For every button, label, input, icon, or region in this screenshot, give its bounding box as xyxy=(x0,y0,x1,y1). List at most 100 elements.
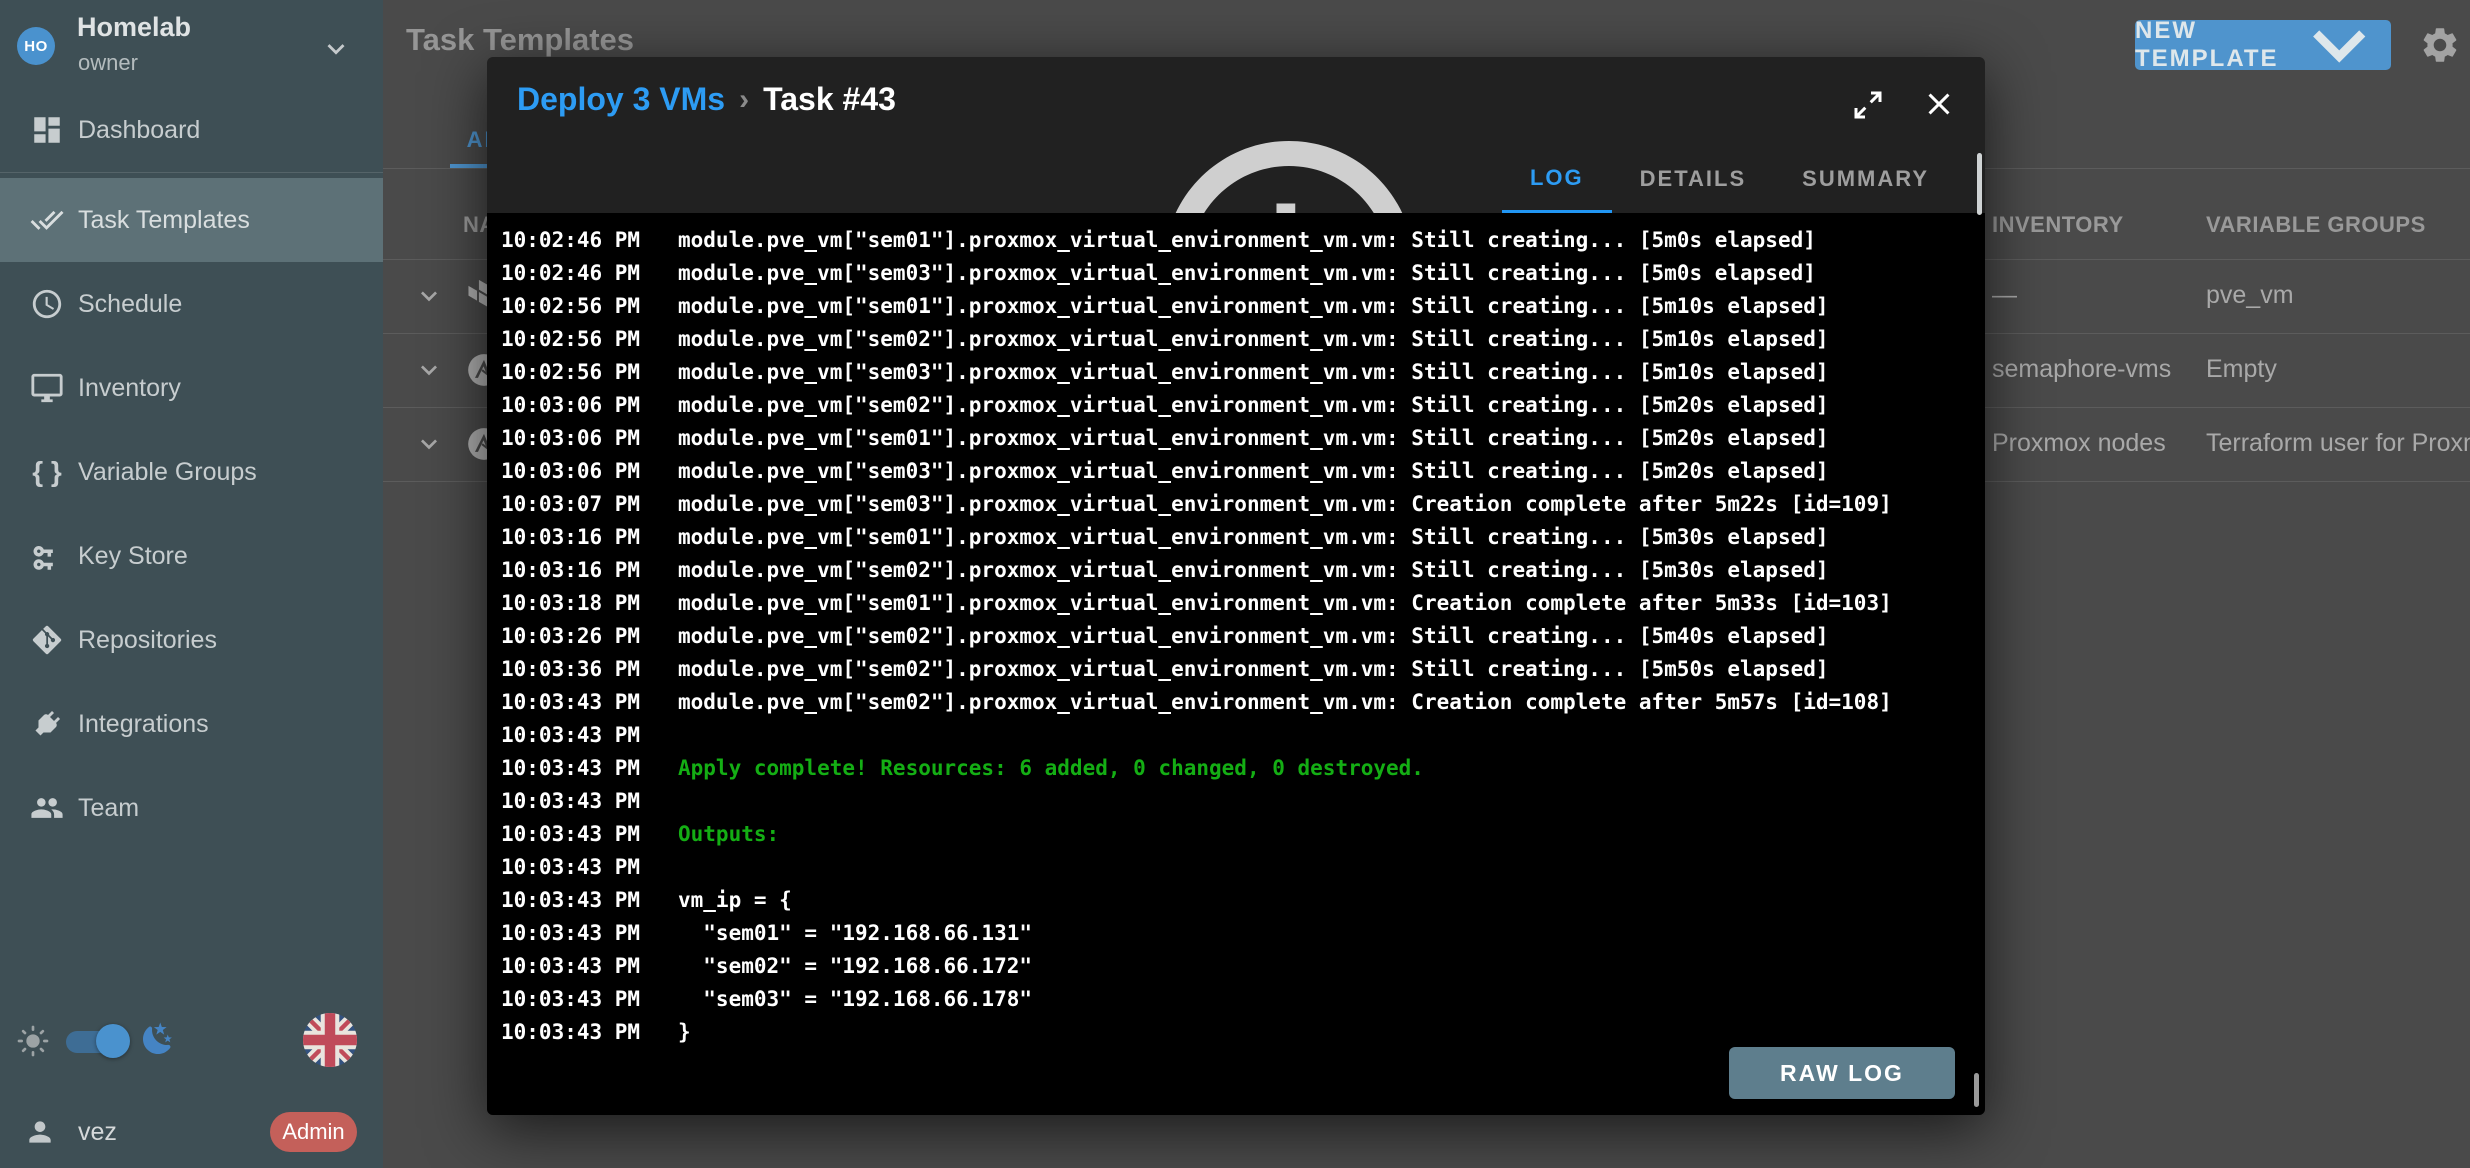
log-line: 10:03:43 PM module.pve_vm["sem02"].proxm… xyxy=(487,685,1985,718)
sidebar-item-repositories[interactable]: Repositories xyxy=(0,598,383,682)
tab-details[interactable]: DETAILS xyxy=(1612,145,1774,213)
log-message: module.pve_vm["sem01"].proxmox_virtual_e… xyxy=(678,426,1829,450)
chevron-down-icon[interactable] xyxy=(413,428,445,460)
sidebar-item-team[interactable]: Team xyxy=(0,766,383,850)
log-panel: 10:02:46 PM module.pve_vm["sem01"].proxm… xyxy=(487,213,1985,1115)
sidebar-item-task-templates[interactable]: Task Templates xyxy=(0,178,383,262)
sidebar-item-dashboard[interactable]: Dashboard xyxy=(0,93,383,167)
chevron-down-icon[interactable] xyxy=(413,280,445,312)
sidebar-item-label: Key Store xyxy=(78,542,188,571)
expand-icon[interactable] xyxy=(1850,87,1886,123)
log-line: 10:03:16 PM module.pve_vm["sem02"].proxm… xyxy=(487,553,1985,586)
chevron-down-icon[interactable] xyxy=(413,354,445,386)
log-message: module.pve_vm["sem02"].proxmox_virtual_e… xyxy=(678,558,1829,582)
log-message: Outputs: xyxy=(678,822,779,846)
sidebar-item-label: Repositories xyxy=(78,626,217,655)
tab-summary[interactable]: SUMMARY xyxy=(1774,145,1957,213)
new-template-button[interactable]: NEW TEMPLATE xyxy=(2135,20,2391,70)
log-timestamp: 10:03:43 PM xyxy=(487,723,678,747)
log-line: 10:03:43 PM "sem02" = "192.168.66.172" xyxy=(487,949,1985,982)
log-timestamp: 10:02:56 PM xyxy=(487,327,678,351)
log-message: module.pve_vm["sem01"].proxmox_virtual_e… xyxy=(678,294,1829,318)
moon-icon xyxy=(140,1021,176,1057)
people-icon xyxy=(30,791,64,825)
dialog-status-bar: Success Started by vez at 6 minutes ago … xyxy=(487,145,1985,213)
column-header-inventory[interactable]: INVENTORY xyxy=(1992,212,2124,238)
log-line: 10:03:18 PM module.pve_vm["sem01"].proxm… xyxy=(487,586,1985,619)
close-icon[interactable] xyxy=(1921,86,1957,122)
cell-variable-groups: Terraform user for Proxm xyxy=(2206,429,2470,458)
column-header-variable-groups[interactable]: VARIABLE GROUPS xyxy=(2206,212,2426,238)
log-line: 10:03:43 PM vm_ip = { xyxy=(487,883,1985,916)
log-message: module.pve_vm["sem01"].proxmox_virtual_e… xyxy=(678,525,1829,549)
log-line: 10:03:36 PM module.pve_vm["sem02"].proxm… xyxy=(487,652,1985,685)
log-message: "sem02" = "192.168.66.172" xyxy=(678,954,1032,978)
log-scrollbar[interactable] xyxy=(1974,1073,1979,1107)
log-lines: 10:02:46 PM module.pve_vm["sem01"].proxm… xyxy=(487,213,1985,1048)
log-message: vm_ip = { xyxy=(678,888,792,912)
log-timestamp: 10:03:06 PM xyxy=(487,393,678,417)
person-icon xyxy=(24,1116,56,1148)
log-line: 10:03:43 PM xyxy=(487,784,1985,817)
sidebar-item-inventory[interactable]: Inventory xyxy=(0,346,383,430)
log-message: module.pve_vm["sem02"].proxmox_virtual_e… xyxy=(678,624,1829,648)
log-line: 10:02:56 PM module.pve_vm["sem01"].proxm… xyxy=(487,289,1985,322)
log-timestamp: 10:03:43 PM xyxy=(487,789,678,813)
log-timestamp: 10:03:06 PM xyxy=(487,426,678,450)
breadcrumb-template-link[interactable]: Deploy 3 VMs xyxy=(517,81,725,118)
cell-variable-groups: Empty xyxy=(2206,355,2277,384)
sidebar-divider xyxy=(0,172,383,173)
raw-log-button[interactable]: RAW LOG xyxy=(1729,1047,1955,1099)
project-name: Homelab xyxy=(77,12,191,43)
sidebar-item-integrations[interactable]: Integrations xyxy=(0,682,383,766)
log-line: 10:03:43 PM Outputs: xyxy=(487,817,1985,850)
dialog-scrollbar[interactable] xyxy=(1977,153,1982,215)
page-title: Task Templates xyxy=(406,22,634,58)
breadcrumb-separator: › xyxy=(739,83,749,117)
log-line: 10:03:07 PM module.pve_vm["sem03"].proxm… xyxy=(487,487,1985,520)
log-timestamp: 10:02:56 PM xyxy=(487,360,678,384)
sidebar-item-label: Integrations xyxy=(78,710,209,739)
cell-inventory: — xyxy=(1992,281,2017,310)
log-line: 10:03:43 PM "sem03" = "192.168.66.178" xyxy=(487,982,1985,1015)
project-role: owner xyxy=(78,50,138,76)
cell-inventory: Proxmox nodes xyxy=(1992,429,2166,458)
project-switcher[interactable]: HO Homelab owner xyxy=(0,0,383,93)
log-line: 10:03:16 PM module.pve_vm["sem01"].proxm… xyxy=(487,520,1985,553)
sidebar-item-variable-groups[interactable]: { } Variable Groups xyxy=(0,430,383,514)
user-menu[interactable]: vez Admin xyxy=(0,1100,383,1168)
log-message: module.pve_vm["sem03"].proxmox_virtual_e… xyxy=(678,492,1892,516)
tab-log[interactable]: LOG xyxy=(1502,145,1612,213)
log-timestamp: 10:03:26 PM xyxy=(487,624,678,648)
log-timestamp: 10:03:18 PM xyxy=(487,591,678,615)
log-timestamp: 10:03:36 PM xyxy=(487,657,678,681)
sidebar-item-label: Dashboard xyxy=(78,116,200,145)
log-line: 10:03:06 PM module.pve_vm["sem03"].proxm… xyxy=(487,454,1985,487)
log-timestamp: 10:03:43 PM xyxy=(487,921,678,945)
dark-mode-toggle[interactable] xyxy=(66,1021,126,1061)
log-line: 10:03:43 PM Apply complete! Resources: 6… xyxy=(487,751,1985,784)
uk-flag-icon[interactable] xyxy=(303,1013,357,1067)
sidebar-item-label: Task Templates xyxy=(78,206,250,235)
log-timestamp: 10:03:43 PM xyxy=(487,987,678,1011)
log-line: 10:03:06 PM module.pve_vm["sem01"].proxm… xyxy=(487,421,1985,454)
task-log-dialog: Deploy 3 VMs › Task #43 Success Started … xyxy=(487,57,1985,1115)
log-timestamp: 10:03:43 PM xyxy=(487,855,678,879)
log-timestamp: 10:03:16 PM xyxy=(487,558,678,582)
sidebar-item-schedule[interactable]: Schedule xyxy=(0,262,383,346)
sun-icon xyxy=(17,1025,49,1057)
log-line: 10:02:56 PM module.pve_vm["sem02"].proxm… xyxy=(487,322,1985,355)
log-message: module.pve_vm["sem03"].proxmox_virtual_e… xyxy=(678,459,1829,483)
log-line: 10:02:46 PM module.pve_vm["sem03"].proxm… xyxy=(487,256,1985,289)
log-timestamp: 10:03:43 PM xyxy=(487,756,678,780)
log-message: Apply complete! Resources: 6 added, 0 ch… xyxy=(678,756,1424,780)
log-line: 10:03:43 PM } xyxy=(487,1015,1985,1048)
log-timestamp: 10:03:16 PM xyxy=(487,525,678,549)
braces-icon: { } xyxy=(30,455,64,489)
sidebar-item-key-store[interactable]: Key Store xyxy=(0,514,383,598)
log-message: } xyxy=(678,1020,691,1044)
log-line: 10:03:06 PM module.pve_vm["sem02"].proxm… xyxy=(487,388,1985,421)
log-message: module.pve_vm["sem02"].proxmox_virtual_e… xyxy=(678,690,1892,714)
project-avatar: HO xyxy=(17,27,55,65)
gear-icon[interactable] xyxy=(2419,24,2461,66)
